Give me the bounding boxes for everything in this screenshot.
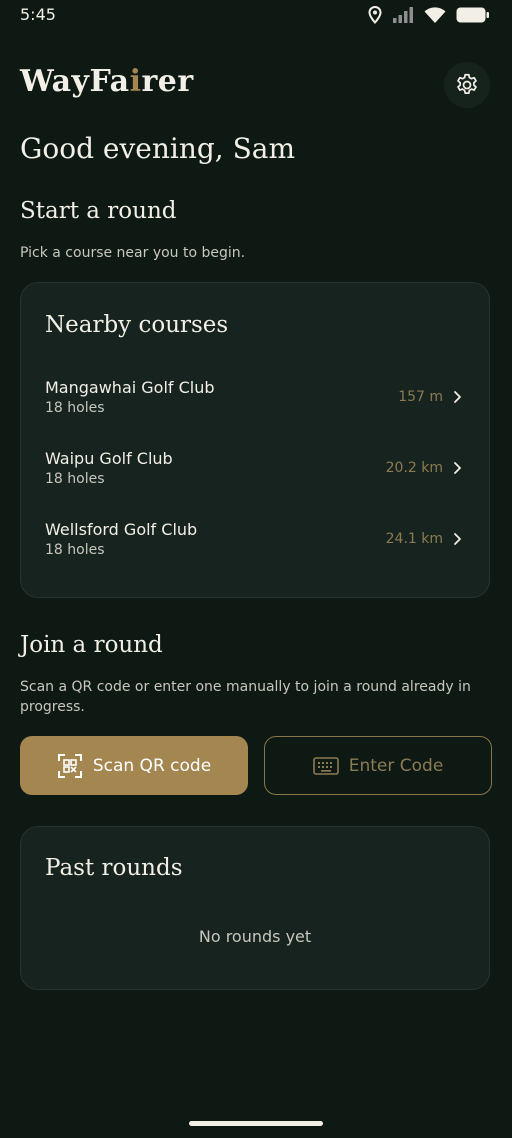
course-distance: 20.2 km (385, 460, 443, 476)
gear-icon (457, 73, 477, 94)
empty-state-text: No rounds yet (198, 927, 312, 946)
status-bar: 5:45 (0, 0, 512, 30)
course-holes: 18 holes (45, 542, 105, 558)
logo-text-start: WayFa (20, 64, 130, 99)
join-round-description: Scan a QR code or enter one manually to … (20, 679, 471, 715)
signal-icon (393, 7, 413, 23)
course-distance: 24.1 km (385, 531, 443, 547)
greeting-heading: Good evening, Sam (20, 132, 296, 165)
status-icons (368, 6, 490, 24)
nearby-courses-card: Nearby courses Mangawhai Golf Club 18 ho… (20, 282, 490, 598)
logo-golfer-mark: i (129, 64, 142, 99)
chevron-right-icon (454, 533, 461, 545)
course-name: Mangawhai Golf Club (45, 378, 215, 397)
settings-button[interactable] (444, 62, 490, 108)
location-icon (368, 6, 382, 24)
app-logo: WayFairer (20, 64, 194, 99)
nearby-courses-title: Nearby courses (45, 312, 229, 338)
join-round-title: Join a round (20, 632, 163, 658)
course-row[interactable]: Waipu Golf Club 18 holes 20.2 km (45, 449, 465, 499)
wifi-icon (424, 7, 446, 23)
start-round-description: Pick a course near you to begin. (20, 245, 246, 261)
status-time: 5:45 (20, 5, 56, 24)
start-round-title: Start a round (20, 198, 177, 224)
past-rounds-card: Past rounds No rounds yet (20, 826, 490, 990)
course-name: Wellsford Golf Club (45, 520, 198, 539)
enter-code-button[interactable]: Enter Code (264, 736, 492, 795)
home-indicator[interactable] (189, 1121, 323, 1126)
qr-scan-icon (57, 753, 82, 778)
battery-icon (456, 7, 489, 23)
chevron-right-icon (454, 391, 461, 403)
course-holes: 18 holes (45, 400, 105, 416)
course-row[interactable]: Mangawhai Golf Club 18 holes 157 m (45, 378, 465, 428)
course-name: Waipu Golf Club (45, 449, 173, 468)
course-holes: 18 holes (45, 471, 105, 487)
keyboard-icon (312, 756, 339, 775)
scan-qr-label: Scan QR code (92, 755, 212, 776)
course-distance: 157 m (398, 389, 443, 405)
scan-qr-button[interactable]: Scan QR code (20, 736, 248, 795)
course-row[interactable]: Wellsford Golf Club 18 holes 24.1 km (45, 520, 465, 570)
logo-text-end: rer (141, 64, 194, 99)
enter-code-label: Enter Code (348, 755, 444, 776)
past-rounds-title: Past rounds (45, 855, 183, 881)
chevron-right-icon (454, 462, 461, 474)
